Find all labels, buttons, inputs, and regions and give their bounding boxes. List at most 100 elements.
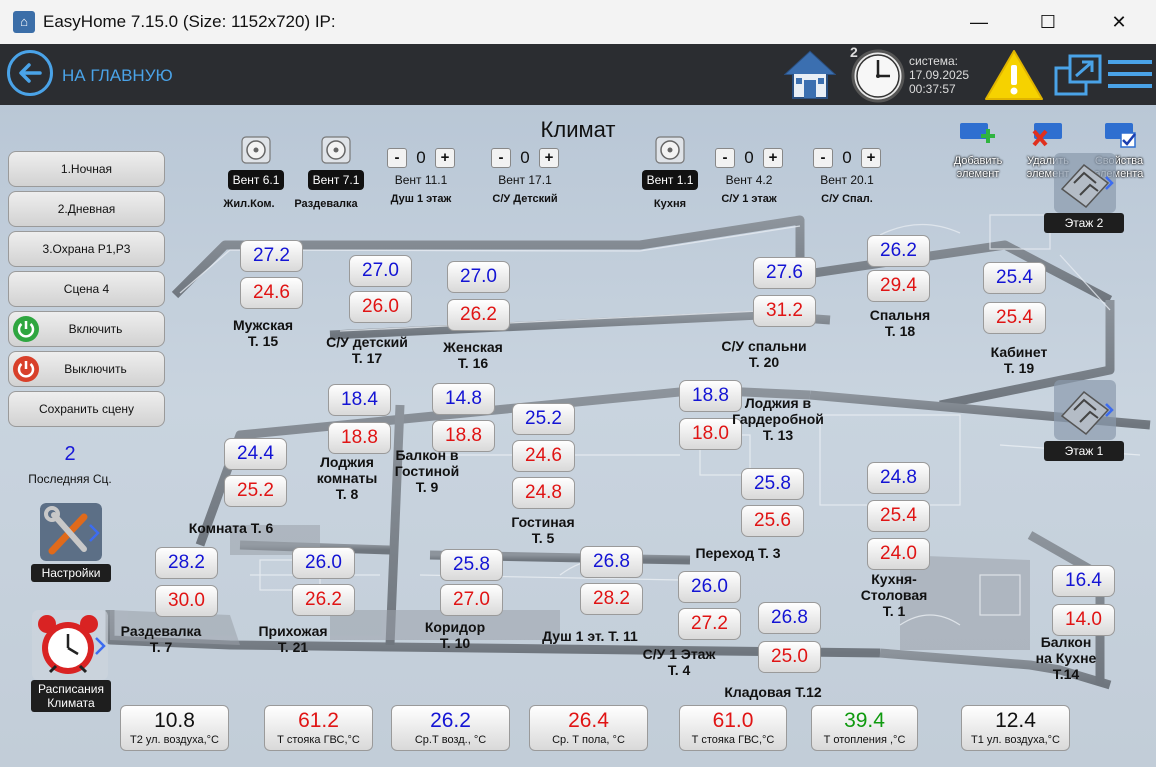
sensor-value: 61.2 [298, 709, 339, 732]
fan-icon [241, 136, 271, 164]
room-8-actual-temp[interactable]: 18.8 [328, 422, 391, 454]
increment-button[interactable]: + [861, 148, 881, 168]
room-1-extra-temp[interactable]: 24.0 [867, 538, 930, 570]
sensor-outdoor-t1[interactable]: 12.4 Т1 ул. воздуха,°С [961, 705, 1070, 751]
room-1-set-temp[interactable]: 24.8 [867, 462, 930, 494]
floor-1-label[interactable]: Этаж 1 [1044, 441, 1124, 461]
add-element-button[interactable]: Добавить элемент [946, 121, 1010, 181]
turn-on-button[interactable]: Включить [8, 311, 165, 347]
room-11-actual-temp[interactable]: 28.2 [580, 583, 643, 615]
stepper-vent-4-2: - 0 + Вент 4.2 С/У 1 этаж [709, 148, 789, 205]
room-12-set-temp[interactable]: 26.8 [758, 602, 821, 634]
room-18-set-temp[interactable]: 26.2 [867, 235, 930, 267]
turn-off-label: Выключить [64, 362, 127, 376]
room-19-set-temp[interactable]: 25.4 [983, 262, 1046, 294]
vent-caption: Жил.Ком. [223, 198, 275, 210]
room-11-set-temp[interactable]: 26.8 [580, 546, 643, 578]
room-3-actual-temp[interactable]: 25.6 [741, 505, 804, 537]
room-17-label: С/У детский Т. 17 [326, 334, 408, 366]
increment-button[interactable]: + [763, 148, 783, 168]
floor-2-label[interactable]: Этаж 2 [1044, 213, 1124, 233]
menu-icon[interactable] [1108, 58, 1152, 90]
room-15-set-temp[interactable]: 27.2 [240, 240, 303, 272]
minimize-button[interactable]: — [956, 6, 1002, 38]
increment-button[interactable]: + [539, 148, 559, 168]
scene-button-4[interactable]: Сцена 4 [8, 271, 165, 307]
schedule-label[interactable]: Расписания Климата [31, 680, 111, 712]
decrement-button[interactable]: - [715, 148, 735, 168]
increment-button[interactable]: + [435, 148, 455, 168]
floor-2-icon[interactable] [1054, 153, 1116, 213]
room-14-set-temp[interactable]: 16.4 [1052, 565, 1115, 597]
room-20-set-temp[interactable]: 27.6 [753, 257, 816, 289]
fan-icon [655, 136, 685, 164]
decrement-button[interactable]: - [491, 148, 511, 168]
app-home-icon: ⌂ [13, 11, 35, 33]
clock-icon[interactable] [850, 48, 906, 104]
turn-off-button[interactable]: Выключить [8, 351, 165, 387]
back-label[interactable]: НА ГЛАВНУЮ [62, 66, 173, 86]
power-on-icon [13, 316, 39, 342]
sensor-heating[interactable]: 39.4 Т отопления ,°С [811, 705, 918, 751]
vent-6-1[interactable]: Вент 6.1 Жил.Ком. [223, 135, 286, 210]
room-4-actual-temp[interactable]: 27.2 [678, 608, 741, 640]
room-20-label: С/У спальни Т. 20 [721, 338, 807, 370]
sensor-avg-air[interactable]: 26.2 Ср.Т возд., °С [391, 705, 510, 751]
sensor-avg-floor[interactable]: 26.4 Ср. Т пола, °С [529, 705, 648, 751]
scene-button-security[interactable]: 3.Охрана Р1,Р3 [8, 231, 165, 267]
room-3-set-temp[interactable]: 25.8 [741, 468, 804, 500]
close-button[interactable]: ✕ [1096, 6, 1142, 38]
maximize-button[interactable]: ☐ [1025, 6, 1071, 38]
floor-1-icon[interactable] [1054, 380, 1116, 440]
room-16-actual-temp[interactable]: 26.2 [447, 299, 510, 331]
vent-1-1[interactable]: Вент 1.1 Кухня [640, 135, 700, 210]
room-14-actual-temp[interactable]: 14.0 [1052, 604, 1115, 636]
room-10-actual-temp[interactable]: 27.0 [440, 584, 503, 616]
external-window-icon[interactable] [1054, 54, 1102, 96]
room-21-set-temp[interactable]: 26.0 [292, 547, 355, 579]
room-20-actual-temp[interactable]: 31.2 [753, 295, 816, 327]
room-18-actual-temp[interactable]: 29.4 [867, 270, 930, 302]
room-5-extra-temp[interactable]: 24.8 [512, 477, 575, 509]
settings-tools-icon[interactable] [40, 503, 102, 561]
room-17-set-temp[interactable]: 27.0 [349, 255, 412, 287]
scene-button-night[interactable]: 1.Ночная [8, 151, 165, 187]
room-21-label: Прихожая Т. 21 [258, 623, 328, 655]
vent-caption: Раздевалка [294, 198, 358, 210]
room-15-actual-temp[interactable]: 24.6 [240, 277, 303, 309]
room-16-set-temp[interactable]: 27.0 [447, 261, 510, 293]
room-8-set-temp[interactable]: 18.4 [328, 384, 391, 416]
room-21-actual-temp[interactable]: 26.2 [292, 584, 355, 616]
sensor-outdoor-t2[interactable]: 10.8 Т2 ул. воздуха,°С [120, 705, 229, 751]
room-7-actual-temp[interactable]: 30.0 [155, 585, 218, 617]
back-button[interactable] [7, 50, 53, 96]
save-scene-button[interactable]: Сохранить сцену [8, 391, 165, 427]
stepper-name: Вент 20.1 [820, 173, 874, 187]
sensor-label: Ср.Т возд., °С [414, 734, 487, 746]
room-5-set-temp[interactable]: 25.2 [512, 403, 575, 435]
vent-7-1[interactable]: Вент 7.1 Раздевалка [294, 135, 366, 210]
room-12-actual-temp[interactable]: 25.0 [758, 641, 821, 673]
room-9-set-temp[interactable]: 14.8 [432, 383, 495, 415]
room-4-set-temp[interactable]: 26.0 [678, 571, 741, 603]
room-7-set-temp[interactable]: 28.2 [155, 547, 218, 579]
room-6-actual-temp[interactable]: 25.2 [224, 475, 287, 507]
room-19-actual-temp[interactable]: 25.4 [983, 302, 1046, 334]
sensor-dhw-riser-2[interactable]: 61.0 Т стояка ГВС,°С [679, 705, 787, 751]
alarm-clock-icon[interactable] [32, 610, 108, 680]
scene-button-day[interactable]: 2.Дневная [8, 191, 165, 227]
home-icon[interactable] [784, 50, 836, 100]
stepper-name: Вент 11.1 [394, 173, 448, 187]
decrement-button[interactable]: - [387, 148, 407, 168]
last-scene-label: Последняя Сц. [28, 472, 112, 486]
room-1-actual-temp[interactable]: 25.4 [867, 500, 930, 532]
room-5-actual-temp[interactable]: 24.6 [512, 440, 575, 472]
warning-icon[interactable] [984, 48, 1044, 102]
stepper-caption: С/У 1 этаж [721, 193, 777, 205]
room-17-actual-temp[interactable]: 26.0 [349, 291, 412, 323]
room-6-set-temp[interactable]: 24.4 [224, 438, 287, 470]
decrement-button[interactable]: - [813, 148, 833, 168]
room-10-set-temp[interactable]: 25.8 [440, 549, 503, 581]
sensor-dhw-riser-1[interactable]: 61.2 Т стояка ГВС,°С [264, 705, 373, 751]
settings-label[interactable]: Настройки [31, 564, 111, 582]
